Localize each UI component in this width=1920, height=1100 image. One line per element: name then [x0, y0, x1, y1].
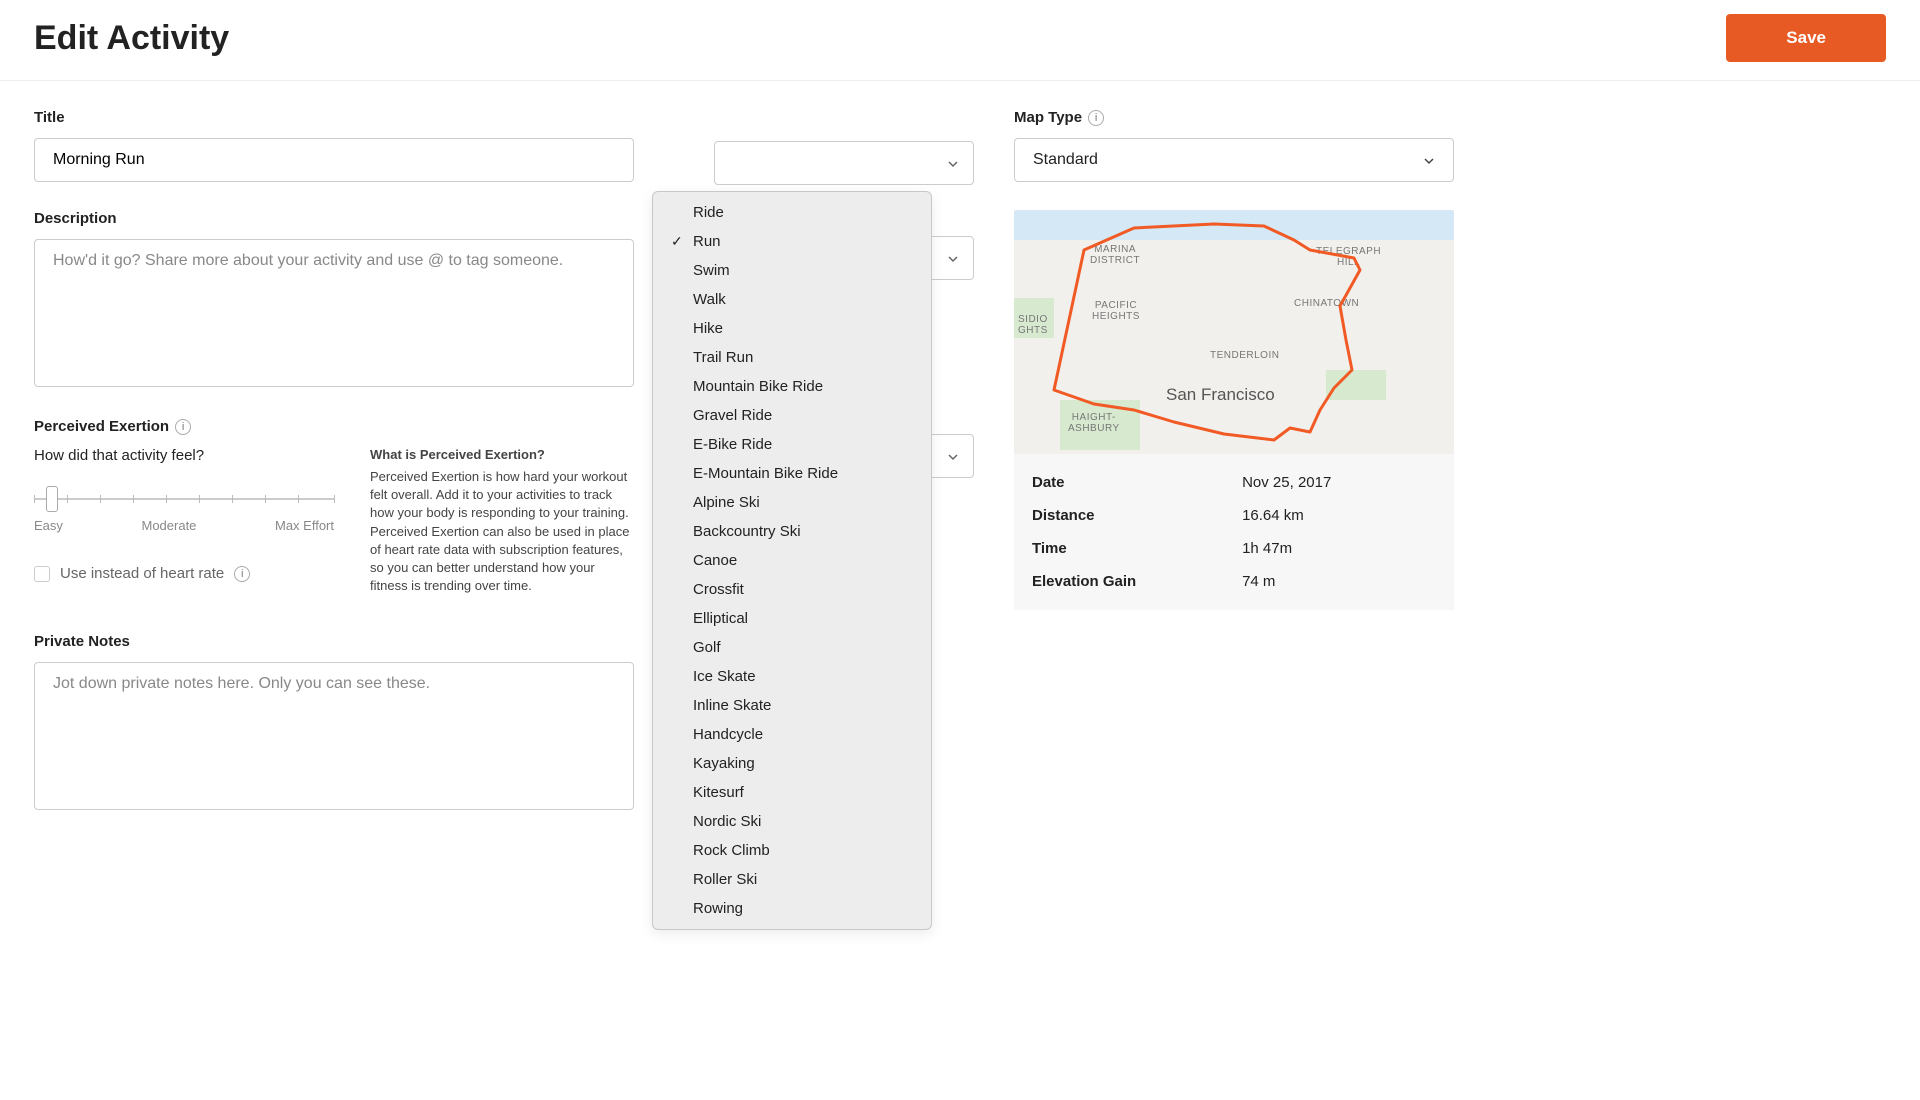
info-icon[interactable]: i: [234, 566, 250, 582]
chevron-down-icon: [1423, 154, 1435, 166]
stat-row: Distance 16.64 km: [1014, 499, 1454, 532]
stat-key: Elevation Gain: [1032, 573, 1242, 590]
info-icon[interactable]: i: [175, 419, 191, 435]
sport-option[interactable]: Rock Climb: [653, 836, 931, 865]
sport-option[interactable]: Crossfit: [653, 575, 931, 604]
activity-stats: Date Nov 25, 2017 Distance 16.64 km Time…: [1014, 454, 1454, 610]
chevron-down-icon: [947, 450, 959, 462]
sport-select[interactable]: [714, 141, 974, 185]
perceived-exertion-label: Perceived Exertion i: [34, 418, 634, 435]
sport-option[interactable]: Gravel Ride: [653, 401, 931, 430]
sport-option[interactable]: Handcycle: [653, 720, 931, 749]
stat-row: Date Nov 25, 2017: [1014, 466, 1454, 499]
sport-option[interactable]: Hike: [653, 314, 931, 343]
title-label: Title: [34, 109, 634, 126]
sport-option[interactable]: Kayaking: [653, 749, 931, 778]
sport-option[interactable]: Run: [653, 227, 931, 256]
sport-option[interactable]: Canoe: [653, 546, 931, 575]
stat-value: Nov 25, 2017: [1242, 474, 1331, 491]
slider-mid-label: Moderate: [141, 518, 196, 533]
stat-value: 74 m: [1242, 573, 1275, 590]
sport-option[interactable]: Trail Run: [653, 343, 931, 372]
private-notes-label: Private Notes: [34, 633, 634, 650]
sport-option[interactable]: Ride: [653, 198, 931, 227]
sport-option[interactable]: Elliptical: [653, 604, 931, 633]
sport-option[interactable]: Walk: [653, 285, 931, 314]
exertion-question: How did that activity feel?: [34, 447, 334, 464]
heart-rate-checkbox[interactable]: [34, 566, 50, 582]
stat-key: Distance: [1032, 507, 1242, 524]
sport-option[interactable]: Nordic Ski: [653, 807, 931, 836]
page-title: Edit Activity: [34, 19, 229, 58]
sport-option[interactable]: Golf: [653, 633, 931, 662]
exertion-slider[interactable]: [34, 484, 334, 514]
info-icon[interactable]: i: [1088, 110, 1104, 126]
stat-row: Time 1h 47m: [1014, 532, 1454, 565]
exertion-info-body: Perceived Exertion is how hard your work…: [370, 468, 634, 595]
sport-option[interactable]: E-Bike Ride: [653, 430, 931, 459]
slider-max-label: Max Effort: [275, 518, 334, 533]
stat-key: Time: [1032, 540, 1242, 557]
sport-option[interactable]: Inline Skate: [653, 691, 931, 720]
title-input[interactable]: [34, 138, 634, 182]
sport-option[interactable]: Backcountry Ski: [653, 517, 931, 546]
stat-key: Date: [1032, 474, 1242, 491]
heart-rate-checkbox-label: Use instead of heart rate: [60, 565, 224, 582]
private-notes-textarea[interactable]: [34, 662, 634, 810]
sport-option[interactable]: Rowing: [653, 894, 931, 923]
stat-value: 1h 47m: [1242, 540, 1292, 557]
slider-handle[interactable]: [46, 486, 58, 512]
save-button[interactable]: Save: [1726, 14, 1886, 62]
map-type-label: Map Type i: [1014, 109, 1454, 126]
chevron-down-icon: [947, 252, 959, 264]
sport-option[interactable]: Roller Ski: [653, 865, 931, 894]
sport-option[interactable]: Alpine Ski: [653, 488, 931, 517]
slider-min-label: Easy: [34, 518, 63, 533]
stat-value: 16.64 km: [1242, 507, 1304, 524]
map-preview[interactable]: MARINADISTRICT TELEGRAPHHILL PACIFICHEIG…: [1014, 210, 1454, 454]
stat-row: Elevation Gain 74 m: [1014, 565, 1454, 598]
description-textarea[interactable]: [34, 239, 634, 387]
sport-option[interactable]: Mountain Bike Ride: [653, 372, 931, 401]
sport-dropdown[interactable]: RideRunSwimWalkHikeTrail RunMountain Bik…: [652, 191, 932, 930]
sport-option[interactable]: E-Mountain Bike Ride: [653, 459, 931, 488]
description-label: Description: [34, 210, 634, 227]
map-type-select[interactable]: Standard: [1014, 138, 1454, 182]
route-path: [1014, 210, 1454, 454]
chevron-down-icon: [947, 157, 959, 169]
exertion-info-heading: What is Perceived Exertion?: [370, 447, 634, 462]
sport-option[interactable]: Swim: [653, 256, 931, 285]
sport-option[interactable]: Ice Skate: [653, 662, 931, 691]
sport-option[interactable]: Kitesurf: [653, 778, 931, 807]
